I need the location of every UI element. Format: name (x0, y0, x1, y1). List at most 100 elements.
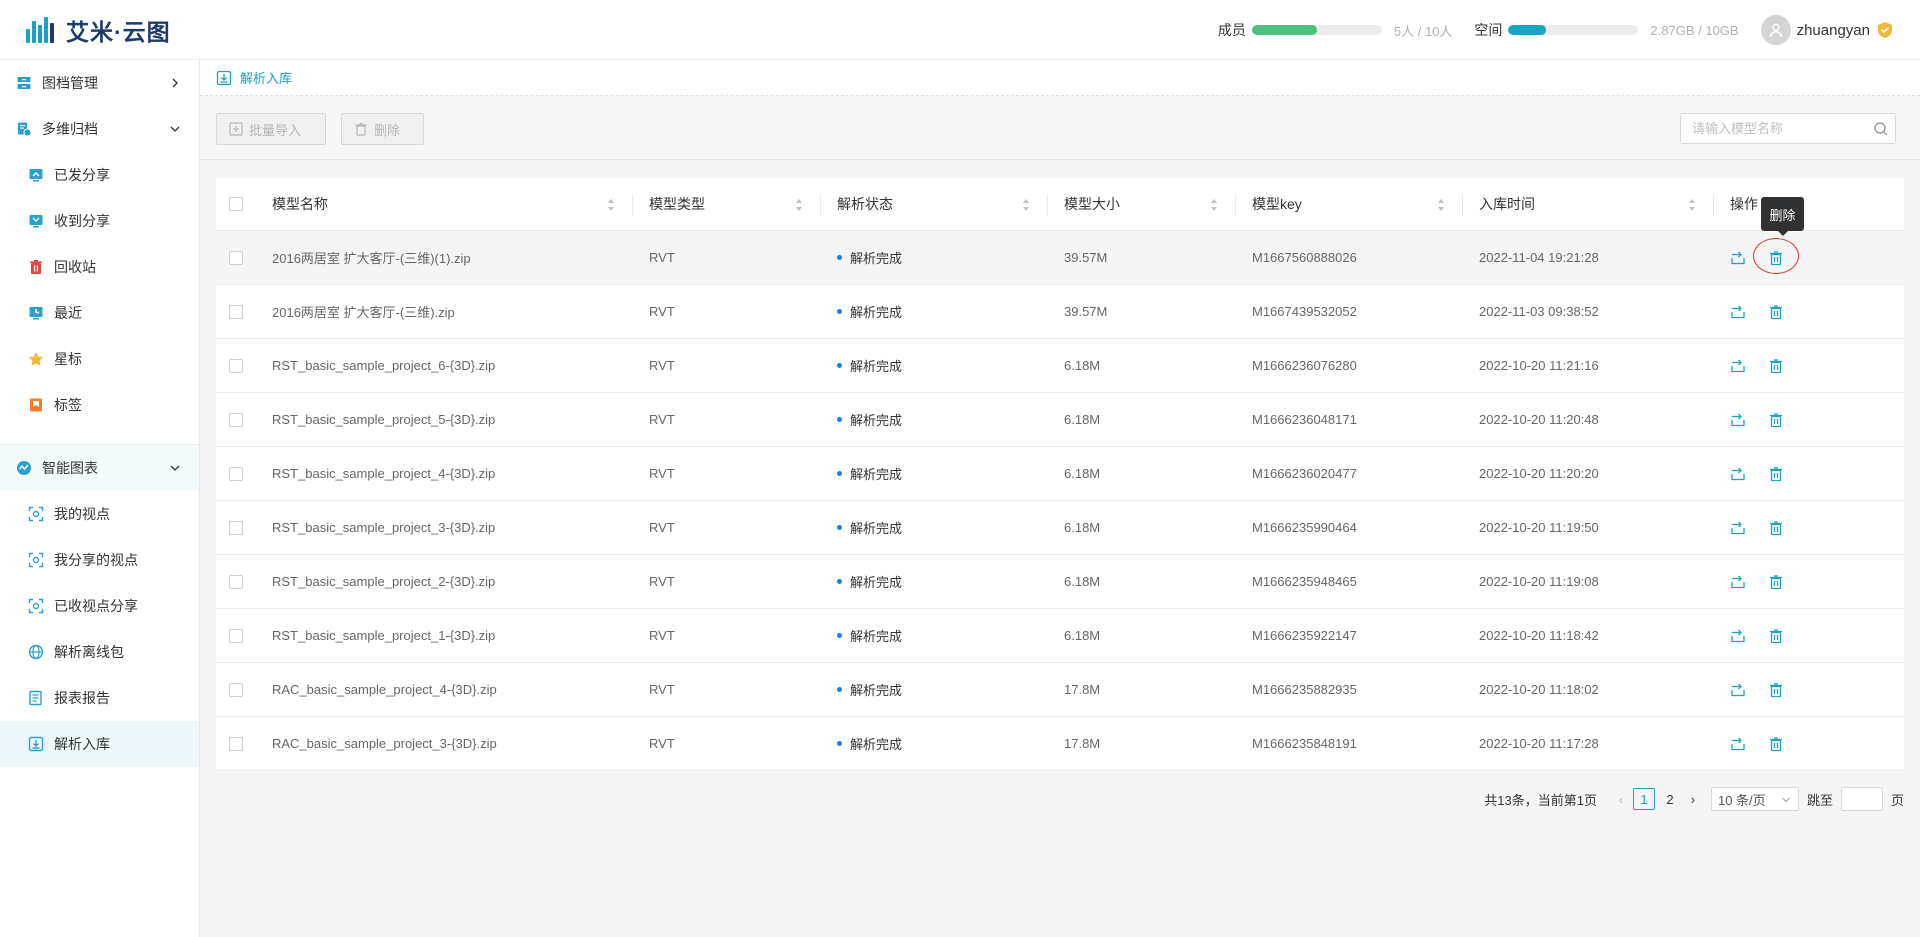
row-checkbox[interactable] (229, 358, 243, 373)
sidebar-item-star[interactable]: 星标 (0, 336, 199, 382)
reimport-button[interactable] (1730, 358, 1746, 374)
reimport-button[interactable] (1730, 412, 1746, 428)
breadcrumb: 解析入库 (200, 60, 1920, 96)
col-header-time[interactable]: 入库时间 (1463, 178, 1714, 230)
delete-row-button[interactable] (1753, 237, 1799, 274)
sort-icon[interactable] (1688, 198, 1696, 212)
sort-icon[interactable] (607, 198, 615, 212)
prev-page-icon[interactable]: ‹ (1611, 792, 1631, 807)
jump-page-input[interactable] (1840, 787, 1883, 811)
col-header-type[interactable]: 模型类型 (633, 178, 821, 230)
col-header-status[interactable]: 解析状态 (821, 178, 1048, 230)
col-header-key[interactable]: 模型key (1236, 178, 1463, 230)
sort-icon[interactable] (1022, 198, 1030, 212)
row-checkbox[interactable] (229, 628, 243, 643)
sidebar-item-import[interactable]: 解析入库 (0, 721, 199, 767)
delete-row-button[interactable] (1768, 736, 1784, 752)
delete-row-button[interactable] (1768, 304, 1784, 320)
reimport-icon (1731, 413, 1745, 426)
table-row[interactable]: RST_basic_sample_project_3-{3D}.zip RVT 解析… (216, 501, 1904, 555)
reimport-button[interactable] (1730, 466, 1746, 482)
row-checkbox[interactable] (229, 682, 243, 697)
sidebar-item-report[interactable]: 报表报告 (0, 675, 199, 721)
sidebar-item-my-viewpoints[interactable]: 我的视点 (0, 491, 199, 537)
members-progress-fill (1251, 25, 1317, 35)
brand-logo[interactable]: 艾米·云图 (26, 14, 171, 46)
row-checkbox[interactable] (229, 304, 243, 319)
status-dot (837, 363, 842, 368)
col-header-name[interactable]: 模型名称 (256, 178, 633, 230)
delete-button[interactable]: 删除 (341, 113, 424, 145)
delete-row-button[interactable] (1768, 628, 1784, 644)
sidebar-item-trash[interactable]: 回收站 (0, 244, 199, 290)
cell-key-text: M1666236076280 (1252, 358, 1357, 373)
reimport-button[interactable] (1730, 304, 1746, 320)
delete-row-button[interactable] (1768, 358, 1784, 374)
row-checkbox[interactable] (229, 574, 243, 589)
sidebar-item-viewpoints-shared[interactable]: 我分享的视点 (0, 537, 199, 583)
sidebar-item-tag[interactable]: 标签 (0, 382, 199, 428)
sidebar-item-share-received[interactable]: 收到分享 (0, 198, 199, 244)
sidebar-group-archive[interactable]: 图档管理 (0, 60, 199, 106)
row-checkbox[interactable] (229, 250, 243, 265)
reimport-button[interactable] (1730, 250, 1746, 266)
row-select-cell (216, 393, 256, 446)
delete-row-button[interactable] (1768, 520, 1784, 536)
sort-icon[interactable] (1210, 198, 1218, 212)
delete-row-button[interactable] (1768, 466, 1784, 482)
select-all-checkbox[interactable] (229, 197, 243, 211)
sidebar-item-recent[interactable]: 最近 (0, 290, 199, 336)
user-avatar-icon[interactable] (1760, 15, 1791, 45)
table-header: 模型名称 模型类型 解析状态 模型大小 模型key 入库时间 操作 (216, 178, 1904, 231)
page-size-select[interactable]: 10 条/页 (1710, 787, 1799, 811)
page-number-1[interactable]: 1 (1632, 788, 1655, 810)
table-row[interactable]: 2016两居室 扩大客厅-(三维)(1).zip RVT 解析完成 39.57M M16… (216, 231, 1904, 285)
sort-icon[interactable] (1437, 198, 1445, 212)
cell-name-text: RST_basic_sample_project_4-{3D}.zip (272, 466, 496, 481)
table-row[interactable]: RST_basic_sample_project_2-{3D}.zip RVT 解析… (216, 555, 1904, 609)
sidebar-item-share-sent[interactable]: 已发分享 (0, 152, 199, 198)
sidebar-item-offline-package[interactable]: 解析离线包 (0, 629, 199, 675)
cell-key: M1666235990464 (1236, 501, 1463, 554)
row-checkbox[interactable] (229, 520, 243, 535)
page-number-2[interactable]: 2 (1659, 788, 1681, 810)
reimport-button[interactable] (1730, 682, 1746, 698)
row-checkbox[interactable] (229, 412, 243, 427)
reimport-button[interactable] (1730, 574, 1746, 590)
next-page-icon[interactable]: › (1683, 792, 1703, 807)
sort-icon[interactable] (795, 198, 803, 212)
table-row[interactable]: RST_basic_sample_project_5-{3D}.zip RVT 解析… (216, 393, 1904, 447)
reimport-icon (1731, 521, 1745, 534)
reimport-icon (1731, 305, 1745, 318)
row-checkbox[interactable] (229, 466, 243, 481)
username[interactable]: zhuangyan (1797, 22, 1870, 39)
sidebar-group-smart-chart[interactable]: 智能图表 (0, 445, 199, 491)
delete-row-button[interactable] (1768, 574, 1784, 590)
delete-row-button[interactable] (1768, 682, 1784, 698)
cell-name: RST_basic_sample_project_4-{3D}.zip (256, 447, 633, 500)
table-row[interactable]: RST_basic_sample_project_6-{3D}.zip RVT 解析… (216, 339, 1904, 393)
status-dot (837, 579, 842, 584)
delete-row-button[interactable] (1768, 412, 1784, 428)
cell-status-text: 解析完成 (850, 305, 903, 320)
table-row[interactable]: RAC_basic_sample_project_3-{3D}.zip RVT 解析… (216, 717, 1904, 771)
search-icon[interactable] (1873, 121, 1889, 137)
table-row[interactable]: RAC_basic_sample_project_4-{3D}.zip RVT 解析… (216, 663, 1904, 717)
row-checkbox[interactable] (229, 736, 243, 751)
table-row[interactable]: 2016两居室 扩大客厅-(三维).zip RVT 解析完成 39.57M M16674… (216, 285, 1904, 339)
cell-name: RST_basic_sample_project_3-{3D}.zip (256, 501, 633, 554)
user-menu[interactable]: zhuangyan (1760, 15, 1894, 45)
breadcrumb-current[interactable]: 解析入库 (240, 68, 292, 87)
reimport-button[interactable] (1730, 628, 1746, 644)
sidebar-item-viewpoints-received[interactable]: 已收视点分享 (0, 583, 199, 629)
search-input[interactable] (1681, 114, 1861, 143)
reimport-button[interactable] (1730, 736, 1746, 752)
table-row[interactable]: RST_basic_sample_project_4-{3D}.zip RVT 解析… (216, 447, 1904, 501)
reimport-button[interactable] (1730, 520, 1746, 536)
cell-key: M1667439532052 (1236, 285, 1463, 338)
cell-key: M1666235948465 (1236, 555, 1463, 608)
table-row[interactable]: RST_basic_sample_project_1-{3D}.zip RVT 解析… (216, 609, 1904, 663)
sidebar-group-multi-archive[interactable]: 多维归档 (0, 106, 199, 152)
batch-import-button[interactable]: 批量导入 (216, 113, 326, 145)
col-header-size[interactable]: 模型大小 (1048, 178, 1236, 230)
